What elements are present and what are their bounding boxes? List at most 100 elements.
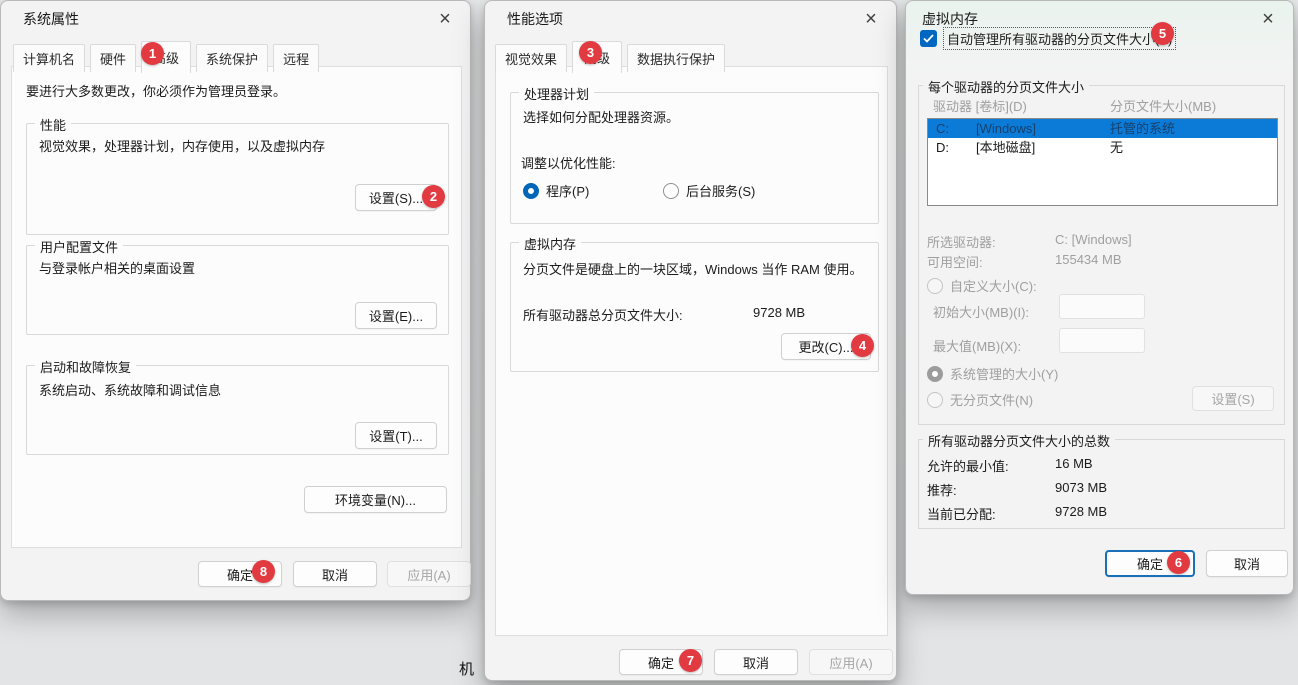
startup-recovery-desc: 系统启动、系统故障和调试信息	[39, 380, 221, 399]
close-icon[interactable]: ×	[858, 6, 884, 32]
user-profiles-group: 用户配置文件 与登录帐户相关的桌面设置 设置(E)...	[26, 245, 449, 335]
environment-variables-button[interactable]: 环境变量(N)...	[304, 486, 447, 513]
drive-letter: C:	[936, 119, 949, 138]
cancel-button[interactable]: 取消	[1206, 550, 1288, 577]
processor-scheduling-group: 处理器计划 选择如何分配处理器资源。 调整以优化性能: 程序(P) 后台服务(S…	[510, 92, 879, 224]
admin-note-text: 要进行大多数更改，你必须作为管理员登录。	[26, 81, 286, 100]
total-paging-value: 9728 MB	[753, 305, 805, 320]
currently-allocated-value: 9728 MB	[1055, 504, 1107, 519]
radio-background-services-label: 后台服务(S)	[686, 181, 755, 200]
cancel-button[interactable]: 取消	[714, 649, 798, 675]
step-badge-3: 3	[579, 41, 602, 64]
max-size-label: 最大值(MB)(X):	[933, 336, 1021, 355]
min-allowed-label: 允许的最小值:	[927, 456, 1009, 475]
radio-background-services[interactable]: 后台服务(S)	[663, 181, 755, 200]
processor-scheduling-group-label: 处理器计划	[519, 84, 594, 103]
radio-off-icon	[927, 278, 943, 294]
user-profiles-desc: 与登录帐户相关的桌面设置	[39, 258, 195, 277]
advanced-tabpage: 要进行大多数更改，你必须作为管理员登录。 性能 视觉效果，处理器计划，内存使用，…	[11, 66, 462, 548]
step-badge-6: 6	[1167, 551, 1190, 574]
performance-options-tabstrip: 视觉效果 高级 数据执行保护	[495, 40, 725, 72]
auto-manage-checkbox[interactable]: 自动管理所有驱动器的分页文件大小(A)	[920, 27, 1176, 50]
drive-row-selected[interactable]: C: [Windows] 托管的系统	[928, 119, 1277, 138]
step-badge-7: 7	[679, 649, 702, 672]
virtual-memory-group: 虚拟内存 分页文件是硬盘上的一块区域，Windows 当作 RAM 使用。 所有…	[510, 242, 879, 372]
drive-letter: D:	[936, 138, 949, 157]
drive-paging-size: 托管的系统	[1110, 119, 1175, 138]
radio-off-icon	[927, 392, 943, 408]
drive-row[interactable]: D: [本地磁盘] 无	[928, 138, 1277, 157]
step-badge-2: 2	[422, 185, 445, 208]
dialog-title: 性能选项	[507, 9, 563, 29]
radio-off-icon	[663, 183, 679, 199]
step-badge-4: 4	[851, 334, 874, 357]
free-space-label: 可用空间:	[927, 252, 983, 271]
performance-group: 性能 视觉效果，处理器计划，内存使用，以及虚拟内存 设置(S)...	[26, 123, 449, 235]
max-size-input	[1059, 328, 1145, 353]
column-header-drive: 驱动器 [卷标](D)	[933, 96, 1027, 115]
step-badge-1: 1	[141, 42, 164, 65]
tab-computer-name[interactable]: 计算机名	[13, 44, 85, 72]
processor-desc: 选择如何分配处理器资源。	[523, 107, 679, 126]
user-profiles-settings-button[interactable]: 设置(E)...	[355, 302, 437, 329]
performance-options-dialog: 性能选项 × 视觉效果 高级 数据执行保护 处理器计划 选择如何分配处理器资源。…	[484, 0, 897, 681]
adjust-for-label: 调整以优化性能:	[521, 153, 616, 172]
step-badge-8: 8	[252, 560, 275, 583]
radio-custom-size-label: 自定义大小(C):	[950, 276, 1037, 295]
tab-hardware[interactable]: 硬件	[90, 44, 136, 72]
free-space-value: 155434 MB	[1055, 252, 1122, 267]
drive-volume: [本地磁盘]	[976, 138, 1035, 157]
initial-size-input	[1059, 294, 1145, 319]
min-allowed-value: 16 MB	[1055, 456, 1093, 471]
tab-system-protection[interactable]: 系统保护	[196, 44, 268, 72]
step-badge-5: 5	[1151, 22, 1174, 45]
initial-size-label: 初始大小(MB)(I):	[933, 302, 1029, 321]
tab-visual-effects[interactable]: 视觉效果	[495, 44, 567, 72]
checkbox-checked-icon	[920, 30, 937, 47]
cancel-button[interactable]: 取消	[293, 561, 377, 587]
radio-no-paging: 无分页文件(N)	[927, 390, 1033, 409]
startup-recovery-group: 启动和故障恢复 系统启动、系统故障和调试信息 设置(T)...	[26, 365, 449, 455]
close-icon[interactable]: ×	[1255, 6, 1281, 32]
recommended-label: 推荐:	[927, 480, 957, 499]
radio-system-managed: 系统管理的大小(Y)	[927, 364, 1058, 383]
total-paging-label: 所有驱动器总分页文件大小:	[523, 305, 683, 324]
tab-dep[interactable]: 数据执行保护	[627, 44, 725, 72]
system-properties-dialog: 系统属性 × 计算机名 硬件 高级 系统保护 远程 要进行大多数更改，你必须作为…	[0, 0, 471, 601]
drive-listbox[interactable]: C: [Windows] 托管的系统 D: [本地磁盘] 无	[927, 118, 1278, 206]
apply-button: 应用(A)	[387, 561, 471, 587]
apply-button: 应用(A)	[809, 649, 893, 675]
per-drive-group: 每个驱动器的分页文件大小 驱动器 [卷标](D) 分页文件大小(MB) C: […	[918, 85, 1285, 425]
set-button: 设置(S)	[1192, 386, 1274, 411]
startup-recovery-group-label: 启动和故障恢复	[35, 357, 136, 376]
user-profiles-group-label: 用户配置文件	[35, 237, 123, 256]
advanced-tabpage: 处理器计划 选择如何分配处理器资源。 调整以优化性能: 程序(P) 后台服务(S…	[495, 66, 888, 636]
dialog-title: 系统属性	[23, 9, 79, 29]
drive-volume: [Windows]	[976, 119, 1036, 138]
radio-system-managed-label: 系统管理的大小(Y)	[950, 364, 1058, 383]
currently-allocated-label: 当前已分配:	[927, 504, 996, 523]
paging-file-desc: 分页文件是硬盘上的一块区域，Windows 当作 RAM 使用。	[523, 259, 862, 278]
dialog-title: 虚拟内存	[922, 9, 978, 29]
system-properties-tabstrip: 计算机名 硬件 高级 系统保护 远程	[13, 40, 319, 72]
radio-on-icon	[523, 183, 539, 199]
column-header-size: 分页文件大小(MB)	[1110, 96, 1216, 115]
auto-manage-label: 自动管理所有驱动器的分页文件大小(A)	[943, 27, 1176, 50]
selected-drive-value: C: [Windows]	[1055, 232, 1132, 247]
recommended-value: 9073 MB	[1055, 480, 1107, 495]
performance-group-label: 性能	[35, 115, 71, 134]
background-text-fragment: 机	[459, 658, 474, 679]
virtual-memory-group-label: 虚拟内存	[519, 234, 581, 253]
drive-paging-size: 无	[1110, 138, 1123, 157]
tab-remote[interactable]: 远程	[273, 44, 319, 72]
radio-programs[interactable]: 程序(P)	[523, 181, 589, 200]
close-icon[interactable]: ×	[432, 6, 458, 32]
startup-settings-button[interactable]: 设置(T)...	[355, 422, 437, 449]
virtual-memory-dialog: 虚拟内存 × 自动管理所有驱动器的分页文件大小(A) 每个驱动器的分页文件大小 …	[905, 0, 1294, 595]
performance-desc: 视觉效果，处理器计划，内存使用，以及虚拟内存	[39, 136, 325, 155]
radio-no-paging-label: 无分页文件(N)	[950, 390, 1033, 409]
totals-group: 所有驱动器分页文件大小的总数 允许的最小值: 16 MB 推荐: 9073 MB…	[918, 439, 1285, 529]
radio-on-disabled-icon	[927, 366, 943, 382]
per-drive-group-label: 每个驱动器的分页文件大小	[923, 77, 1089, 96]
totals-group-label: 所有驱动器分页文件大小的总数	[923, 431, 1115, 450]
